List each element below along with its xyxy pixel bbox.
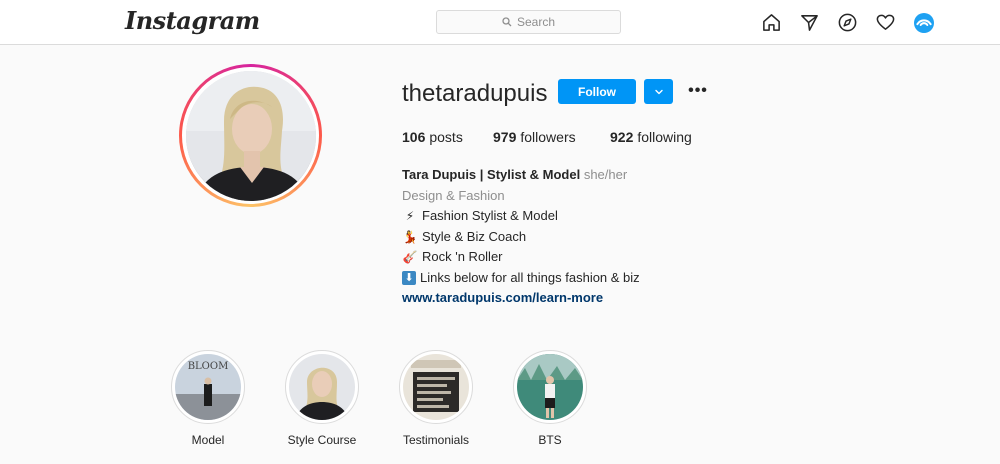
posts-label: posts: [429, 129, 463, 145]
highlight-ring: [513, 350, 587, 424]
full-name: Tara Dupuis | Stylist & Model: [402, 167, 581, 182]
explore-icon[interactable]: [836, 11, 858, 33]
highlight-cover-style-course: [289, 354, 355, 420]
bio-line: 🎸 Rock 'n Roller: [402, 247, 822, 268]
profile-stats: 106 posts 979 followers 922 following: [402, 129, 692, 145]
guitar-icon: 🎸: [402, 250, 418, 264]
profile-avatar-icon: [913, 12, 934, 33]
pronouns: she/her: [583, 167, 628, 182]
bio-line: ⬇ Links below for all things fashion & b…: [402, 268, 822, 289]
profile-picture: [185, 70, 316, 201]
nav-icons: [760, 11, 934, 33]
followers-stat[interactable]: 979 followers: [493, 129, 610, 145]
lightning-icon: ⚡: [405, 209, 415, 223]
highlight-cover-bts: [517, 354, 583, 420]
highlight-item[interactable]: BLOOM Model: [151, 350, 265, 447]
bio-line: ⚡ Fashion Stylist & Model: [402, 206, 822, 227]
highlight-label: BTS: [538, 433, 562, 447]
highlight-cover-testimonials: [403, 354, 469, 420]
search-input[interactable]: Search: [436, 10, 621, 34]
activity-heart-icon[interactable]: [874, 11, 896, 33]
bio-name-line: Tara Dupuis | Stylist & Model she/her: [402, 165, 822, 186]
search-icon: [502, 17, 512, 27]
highlight-ring: [285, 350, 359, 424]
account-category: Design & Fashion: [402, 187, 505, 203]
followers-label: followers: [520, 129, 576, 145]
follow-button[interactable]: Follow: [558, 79, 636, 104]
highlight-label: Model: [191, 433, 225, 447]
search-placeholder: Search: [516, 15, 556, 29]
chevron-down-icon: [654, 89, 663, 94]
highlight-cover-model: BLOOM: [175, 354, 241, 420]
suggested-accounts-dropdown-button[interactable]: [644, 79, 673, 104]
profile-picture-border: [182, 67, 319, 204]
more-options-button[interactable]: •••: [688, 82, 708, 99]
bio-line-text: Rock 'n Roller: [422, 249, 503, 264]
bio-line-text: Links below for all things fashion & biz: [420, 269, 640, 285]
direct-message-icon[interactable]: [798, 11, 820, 33]
story-highlights: BLOOM Model Style Course Testimonials BT…: [151, 350, 607, 447]
highlight-label: Style Course: [287, 433, 357, 447]
home-icon[interactable]: [760, 11, 782, 33]
profile-photo-illustration: [185, 70, 316, 201]
bio-line-text: Style & Biz Coach: [422, 228, 527, 244]
profile-bio: Tara Dupuis | Stylist & Model she/her De…: [402, 165, 822, 309]
profile-username: thetaradupuis: [402, 80, 548, 107]
posts-count: 106: [402, 129, 426, 145]
bio-line-text: Fashion Stylist & Model: [422, 208, 558, 223]
down-arrow-icon: ⬇: [402, 270, 416, 285]
profile-avatar[interactable]: [912, 11, 934, 33]
posts-stat: 106 posts: [402, 129, 493, 145]
highlight-ring: BLOOM: [171, 350, 245, 424]
following-count: 922: [610, 129, 634, 145]
bio-website-link[interactable]: www.taradupuis.com/learn-more: [402, 288, 822, 309]
following-stat[interactable]: 922 following: [610, 129, 692, 145]
following-label: following: [637, 129, 692, 145]
highlight-item[interactable]: Testimonials: [379, 350, 493, 447]
highlight-item[interactable]: BTS: [493, 350, 607, 447]
highlight-item[interactable]: Style Course: [265, 350, 379, 447]
dancer-icon: 💃: [402, 229, 418, 244]
instagram-logo[interactable]: Instagram: [125, 6, 260, 35]
svg-text:BLOOM: BLOOM: [188, 361, 229, 372]
highlight-ring: [399, 350, 473, 424]
top-navigation-bar: Instagram Search: [0, 0, 1000, 45]
bio-line: 💃 Style & Biz Coach: [402, 227, 822, 248]
followers-count: 979: [493, 129, 517, 145]
profile-picture-story-ring[interactable]: [179, 64, 322, 207]
highlight-label: Testimonials: [402, 433, 470, 447]
